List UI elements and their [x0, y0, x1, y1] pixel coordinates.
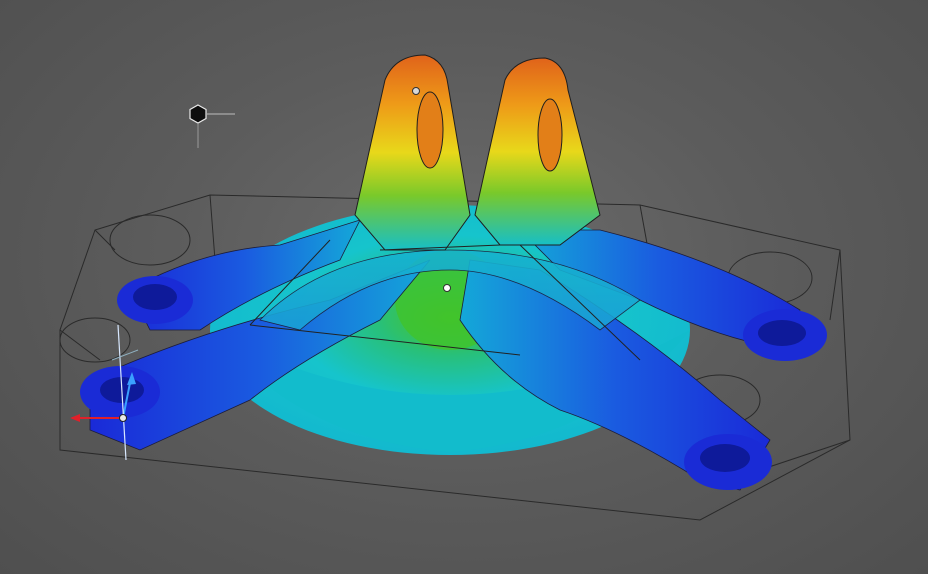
boss-back-right	[743, 309, 827, 361]
boss-front-left	[80, 366, 160, 418]
hexagon-light-icon[interactable]	[189, 104, 235, 148]
selection-point-top[interactable]	[412, 87, 420, 95]
boss-front-right	[684, 434, 772, 490]
selection-point-center[interactable]	[443, 284, 451, 292]
scene-canvas[interactable]	[0, 0, 928, 574]
lug-left	[354, 54, 471, 251]
3d-viewport[interactable]	[0, 0, 928, 574]
boss-back-left	[117, 276, 193, 324]
lug-right	[474, 57, 601, 246]
pivot-point-icon	[119, 414, 127, 422]
